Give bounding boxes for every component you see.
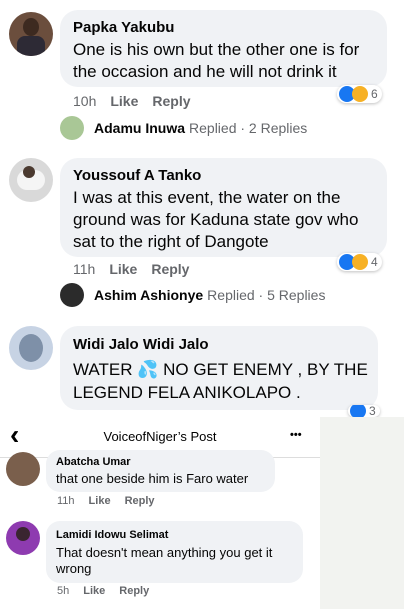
comment-text: that one beside him is Faro water: [56, 471, 249, 486]
haha-reaction-icon: [352, 86, 368, 102]
comment-text: I was at this event, the water on the gr…: [73, 188, 359, 251]
reaction-count: 6: [371, 87, 378, 101]
replies-link[interactable]: Ashim Ashionye Replied · 5 Replies: [60, 283, 325, 307]
comment-time: 10h: [73, 93, 97, 109]
reply-button[interactable]: Reply: [125, 495, 155, 507]
like-button[interactable]: Like: [89, 495, 111, 507]
comment-actions: 11h Like Reply: [57, 495, 169, 507]
comment-time: 11h: [57, 495, 75, 507]
more-icon[interactable]: •••: [290, 429, 302, 441]
reply-button[interactable]: Reply: [119, 585, 149, 597]
like-button[interactable]: Like: [110, 93, 138, 109]
post-title: VoiceofNiger’s Post: [103, 429, 217, 444]
sad-reaction-icon: [352, 254, 368, 270]
comment-time: 11h: [73, 261, 96, 277]
avatar[interactable]: [6, 452, 40, 486]
replies-count: Replied · 5 Replies: [207, 287, 326, 303]
comment-actions: 5h Like Reply: [57, 585, 163, 597]
post-view: ‹ VoiceofNiger’s Post ••• Abatcha Umar t…: [0, 417, 320, 609]
comment-text: WATER 💦 NO GET ENEMY , BY THE LEGEND FEL…: [73, 360, 368, 402]
reaction-summary[interactable]: 6: [337, 85, 382, 103]
reaction-summary[interactable]: 3: [348, 405, 380, 417]
comment-bubble: Papka Yakubu One is his own but the othe…: [60, 10, 387, 87]
commenter-name[interactable]: Youssouf A Tanko: [73, 167, 201, 184]
like-button[interactable]: Like: [109, 261, 137, 277]
comment-bubble: Youssouf A Tanko I was at this event, th…: [60, 158, 387, 257]
comment-bubble: Lamidi Idowu Selimat That doesn't mean a…: [46, 521, 303, 583]
reaction-count: 4: [371, 255, 378, 269]
commenter-name[interactable]: Abatcha Umar: [56, 456, 131, 468]
replies-count: Replied · 2 Replies: [189, 120, 308, 136]
like-reaction-icon: [350, 405, 366, 417]
reaction-summary[interactable]: 4: [337, 253, 382, 271]
comment-actions: 11h Like Reply: [73, 261, 203, 277]
commenter-name[interactable]: Widi Jalo Widi Jalo: [73, 336, 209, 353]
avatar[interactable]: [6, 521, 40, 555]
replier-name: Ashim Ashionye: [94, 287, 204, 303]
reply-button[interactable]: Reply: [152, 93, 190, 109]
comment-bubble: Widi Jalo Widi Jalo WATER 💦 NO GET ENEMY…: [60, 326, 378, 410]
avatar[interactable]: [9, 158, 53, 202]
like-button[interactable]: Like: [83, 585, 105, 597]
background-panel: [320, 417, 404, 609]
commenter-name[interactable]: Papka Yakubu: [73, 19, 174, 36]
comment-actions: 10h Like Reply: [73, 93, 205, 109]
reply-button[interactable]: Reply: [151, 261, 189, 277]
replier-name: Adamu Inuwa: [94, 120, 186, 136]
comment-text: One is his own but the other one is for …: [73, 40, 360, 81]
comment-time: 5h: [57, 585, 70, 597]
commenter-name[interactable]: Lamidi Idowu Selimat: [56, 529, 168, 541]
avatar: [60, 283, 84, 307]
avatar: [60, 116, 84, 140]
avatar[interactable]: [9, 326, 53, 370]
comment-bubble: Abatcha Umar that one beside him is Faro…: [46, 450, 275, 492]
avatar[interactable]: [9, 12, 53, 56]
comment-text: That doesn't mean anything you get it wr…: [56, 545, 273, 576]
replies-link[interactable]: Adamu Inuwa Replied · 2 Replies: [60, 116, 307, 140]
reaction-count: 3: [369, 405, 376, 417]
